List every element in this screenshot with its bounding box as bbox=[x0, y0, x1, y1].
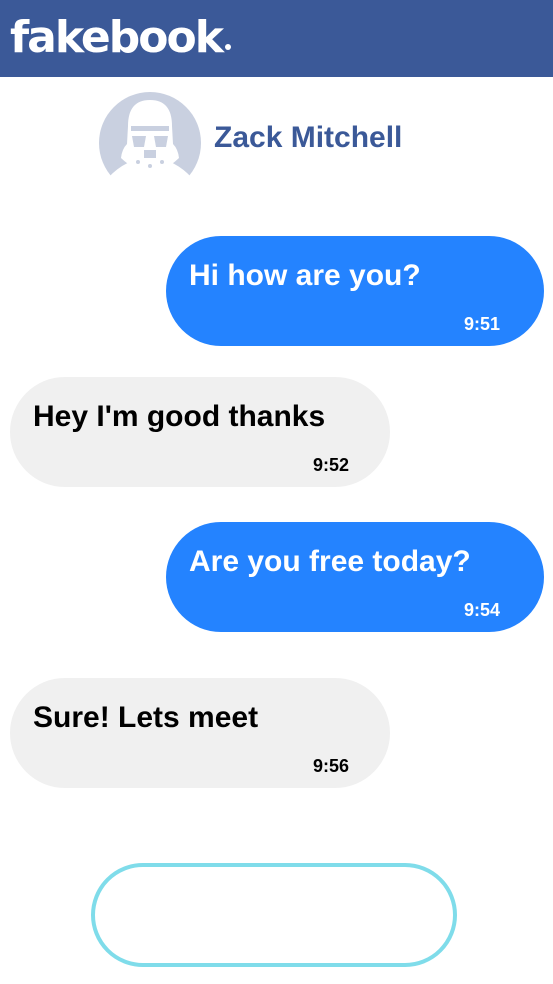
message-text: Hey I'm good thanks bbox=[33, 400, 326, 433]
contact-avatar[interactable] bbox=[98, 92, 202, 186]
message-time: 9:54 bbox=[463, 600, 500, 620]
message-bubble-sent: Are you free today? 9:54 bbox=[166, 522, 544, 632]
message-time: 9:56 bbox=[312, 756, 349, 776]
message-time: 9:51 bbox=[463, 314, 500, 334]
app-logo[interactable]: fakebook bbox=[10, 10, 231, 66]
app-header: fakebook bbox=[0, 0, 553, 77]
message-time: 9:52 bbox=[312, 455, 349, 475]
message-text: Are you free today? bbox=[189, 545, 471, 578]
message-bubble-received: Sure! Lets meet 9:56 bbox=[10, 678, 390, 788]
message-bubble-sent: Hi how are you? 9:51 bbox=[166, 236, 544, 346]
stormtrooper-avatar-icon bbox=[99, 92, 201, 186]
message-input[interactable] bbox=[91, 863, 457, 967]
contact-name[interactable]: Zack Mitchell bbox=[214, 120, 402, 156]
message-bubble-received: Hey I'm good thanks 9:52 bbox=[10, 377, 390, 487]
message-text: Hi how are you? bbox=[189, 259, 421, 292]
logo-dot bbox=[224, 44, 231, 50]
app-logo-text: fakebook bbox=[10, 12, 224, 63]
message-text: Sure! Lets meet bbox=[33, 701, 259, 734]
